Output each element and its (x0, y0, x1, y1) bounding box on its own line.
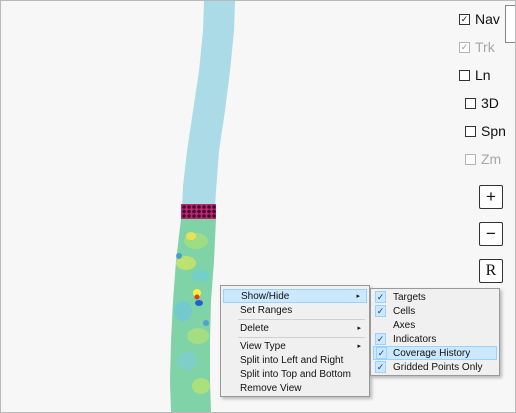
ln-checkbox[interactable] (459, 69, 470, 81)
3d-checkbox[interactable] (465, 97, 476, 109)
zoom-out-button[interactable]: − (479, 222, 503, 246)
ln-toggle[interactable]: Ln (459, 64, 507, 86)
3d-label: 3D (481, 95, 499, 111)
target-marker (202, 214, 206, 218)
target-marker (192, 205, 196, 209)
zoom-in-button[interactable]: + (479, 185, 503, 209)
show-hide-submenu: ✓ Targets ✓ Cells Axes ✓ Indicators ✓ Co… (370, 288, 500, 376)
submenu-item-indicators[interactable]: ✓ Indicators (373, 332, 497, 346)
trk-label: Trk (475, 39, 495, 55)
submenu-item-targets[interactable]: ✓ Targets (373, 290, 497, 304)
zm-toggle: Zm (465, 148, 513, 170)
zm-label: Zm (481, 151, 502, 167)
context-menu: Show/Hide ▸ Set Ranges Delete ▸ View Typ… (220, 285, 370, 397)
submenu-item-gridded-points-only[interactable]: ✓ Gridded Points Only (373, 360, 497, 374)
menu-item-split-left-right[interactable]: Split into Left and Right (223, 353, 367, 367)
check-icon: ✓ (376, 347, 387, 359)
ln-label: Ln (475, 67, 491, 83)
check-icon: ✓ (375, 291, 386, 303)
target-marker (207, 214, 211, 218)
target-marker (187, 205, 191, 209)
reset-button[interactable]: R (479, 259, 503, 283)
menu-item-view-type[interactable]: View Type ▸ (223, 339, 367, 353)
trk-checkbox: ✓ (459, 41, 470, 53)
target-marker (182, 205, 186, 209)
track-swath (182, 1, 235, 207)
check-icon: ✓ (375, 305, 386, 317)
submenu-arrow-icon: ▸ (356, 293, 360, 300)
submenu-arrow-icon: ▸ (357, 343, 361, 350)
target-marker (182, 209, 186, 214)
nav-toggle[interactable]: ✓ Nav (459, 8, 507, 30)
target-marker (197, 209, 201, 214)
target-marker (207, 205, 211, 209)
target-marker (212, 214, 216, 218)
view-frame: ✓ Nav ✓ Trk Ln 3D Spn Zm + − R Show/Hide… (0, 0, 516, 413)
zm-checkbox (465, 153, 476, 165)
target-marker (182, 214, 186, 218)
nav-checkbox[interactable]: ✓ (459, 13, 470, 25)
target-marker (212, 209, 216, 214)
target-marker (212, 205, 216, 209)
submenu-item-axes[interactable]: Axes (373, 318, 497, 332)
menu-separator (238, 337, 365, 338)
check-icon: ✓ (375, 333, 386, 345)
menu-item-set-ranges[interactable]: Set Ranges (223, 303, 367, 317)
spn-toggle[interactable]: Spn (465, 120, 513, 142)
spn-checkbox[interactable] (465, 125, 476, 137)
target-marker (202, 205, 206, 209)
menu-item-delete[interactable]: Delete ▸ (223, 321, 367, 335)
target-marker (202, 209, 206, 214)
target-marker (192, 214, 196, 218)
menu-item-show-hide[interactable]: Show/Hide ▸ (223, 289, 367, 303)
3d-toggle[interactable]: 3D (465, 92, 513, 114)
target-marker (192, 209, 196, 214)
target-marker (187, 214, 191, 218)
target-marker (197, 214, 201, 218)
check-icon: ✓ (375, 361, 386, 373)
menu-item-remove-view[interactable]: Remove View (223, 381, 367, 395)
target-markers (182, 205, 216, 218)
menu-separator (238, 319, 365, 320)
submenu-arrow-icon: ▸ (357, 325, 361, 332)
menu-item-split-top-bottom[interactable]: Split into Top and Bottom (223, 367, 367, 381)
submenu-item-cells[interactable]: ✓ Cells (373, 304, 497, 318)
target-marker (187, 209, 191, 214)
target-marker (207, 209, 211, 214)
trk-toggle: ✓ Trk (459, 36, 507, 58)
spn-label: Spn (481, 123, 506, 139)
target-marker (197, 205, 201, 209)
nav-label: Nav (475, 11, 500, 27)
submenu-item-coverage-history[interactable]: ✓ Coverage History (373, 346, 497, 360)
